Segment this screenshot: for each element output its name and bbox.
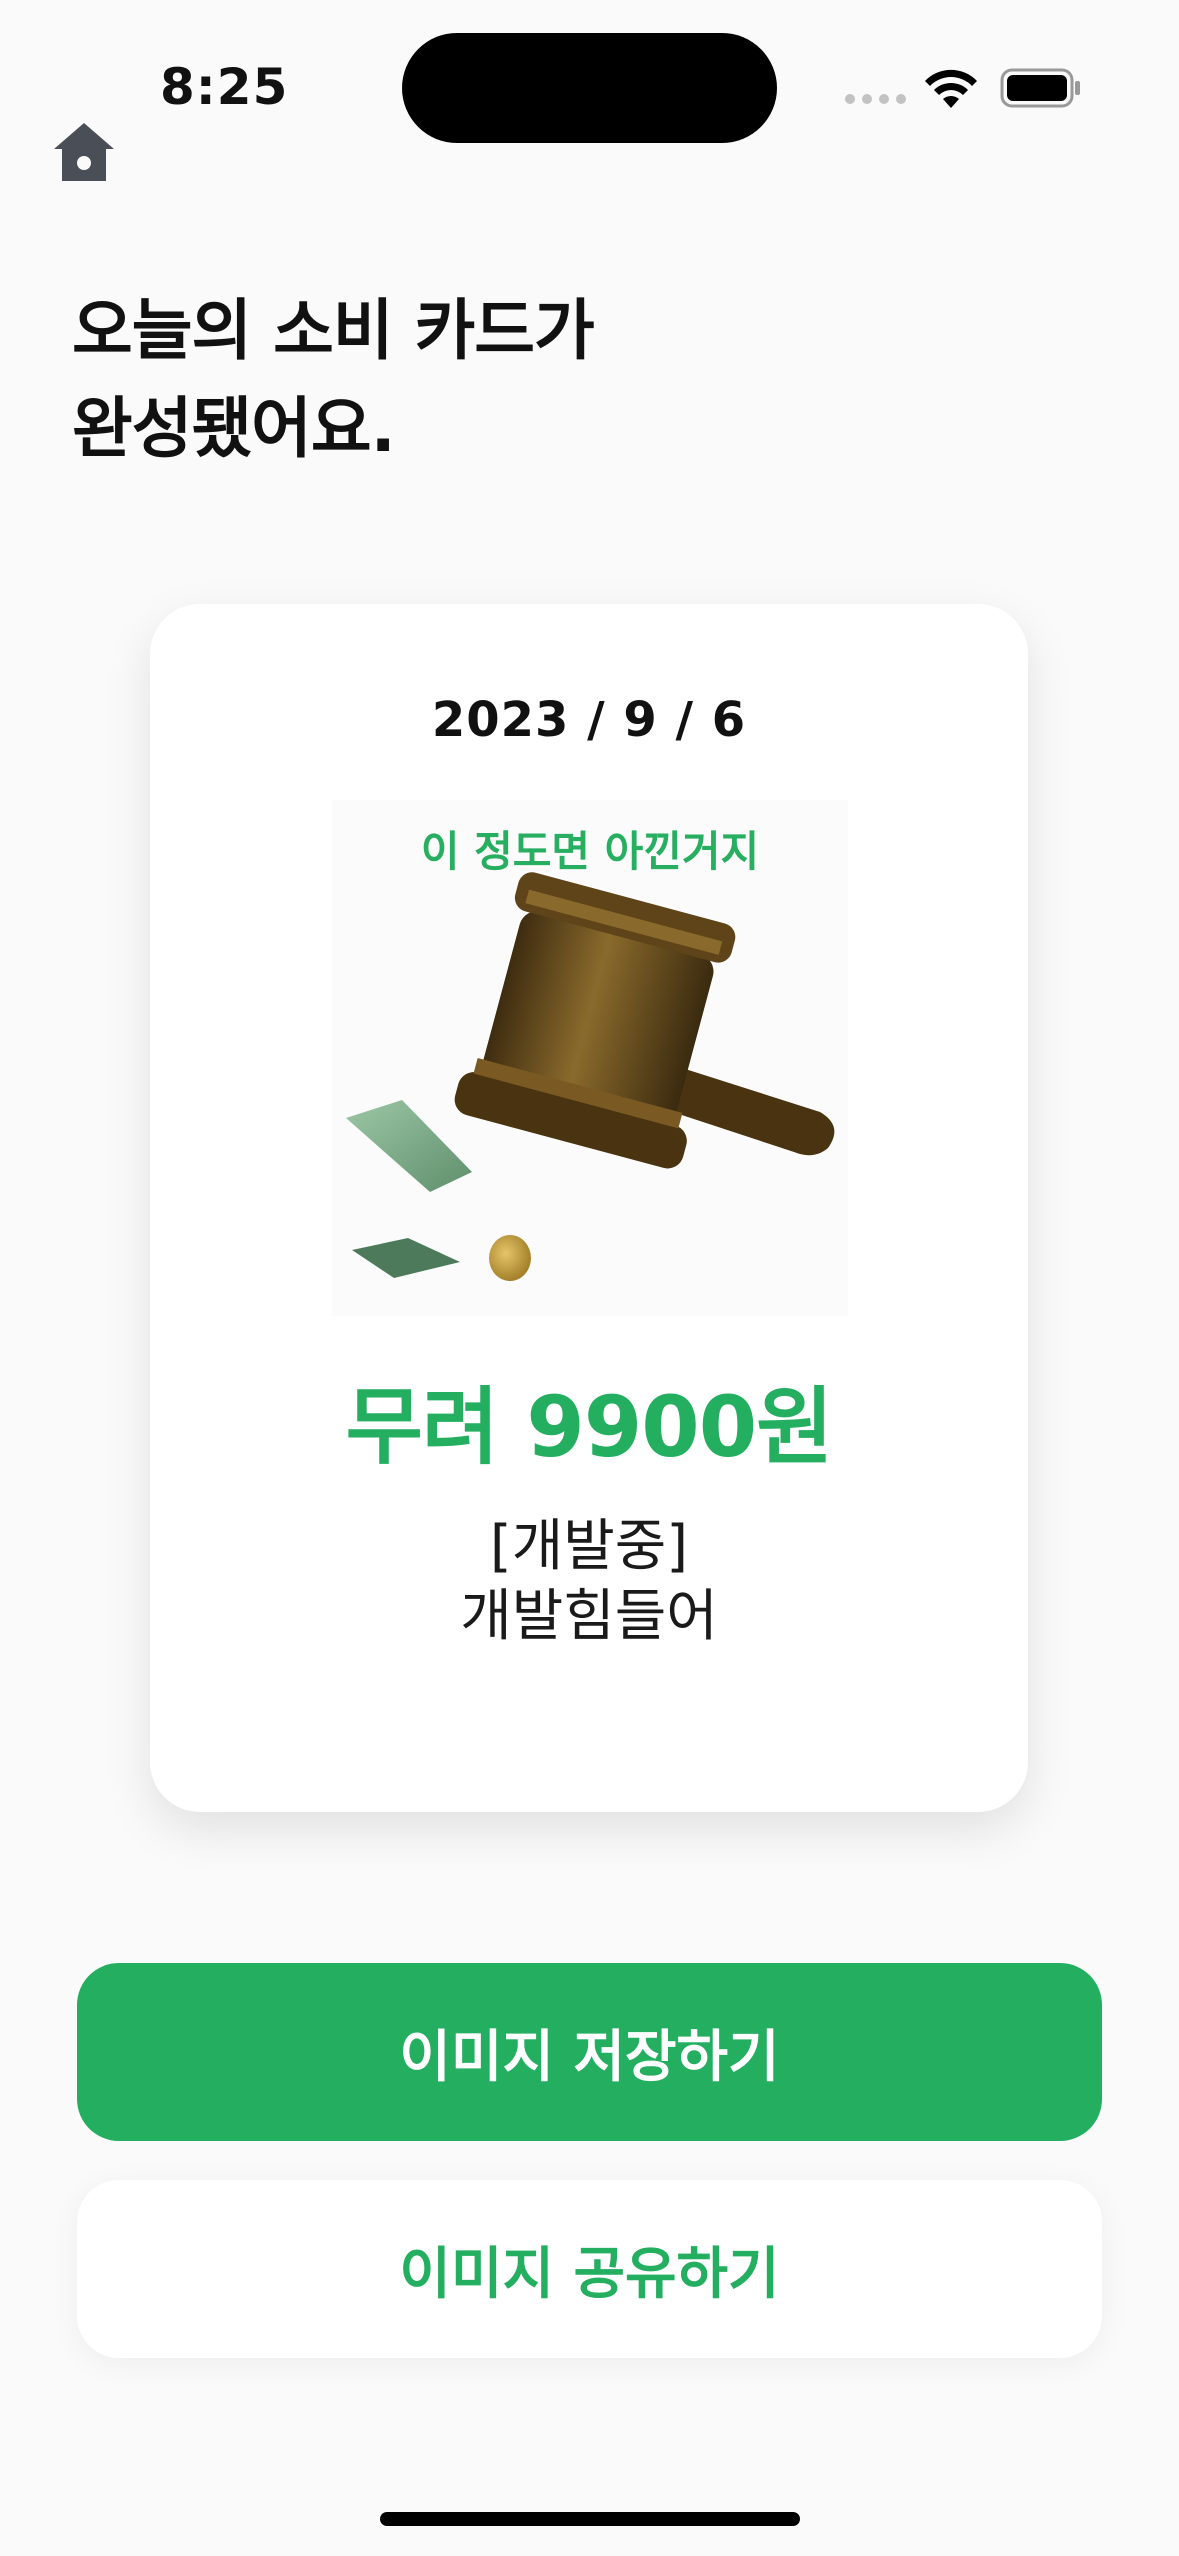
home-button[interactable]	[50, 118, 118, 186]
card-amount: 무려 9900원	[345, 1378, 834, 1476]
dynamic-island	[402, 33, 777, 143]
page-title: 오늘의 소비 카드가 완성됐어요.	[72, 292, 595, 467]
cellular-signal-icon	[845, 94, 906, 104]
save-image-button[interactable]: 이미지 저장하기	[77, 1963, 1102, 2141]
share-image-button[interactable]: 이미지 공유하기	[77, 2180, 1102, 2358]
spending-card: 2023 / 9 / 6 이 정도면 아낀거지 무려 9900원 [개발중] 개…	[150, 604, 1028, 1812]
card-illustration: 이 정도면 아낀거지	[332, 800, 848, 1316]
battery-icon	[1000, 68, 1080, 108]
home-icon	[54, 123, 114, 181]
illustration-caption: 이 정도면 아낀거지	[420, 827, 760, 876]
card-memo: [개발중] 개발힘들어	[460, 1514, 718, 1649]
card-date: 2023 / 9 / 6	[431, 692, 747, 748]
status-time: 8:25	[160, 58, 289, 116]
home-indicator[interactable]	[380, 2512, 800, 2526]
wifi-icon	[925, 69, 977, 108]
